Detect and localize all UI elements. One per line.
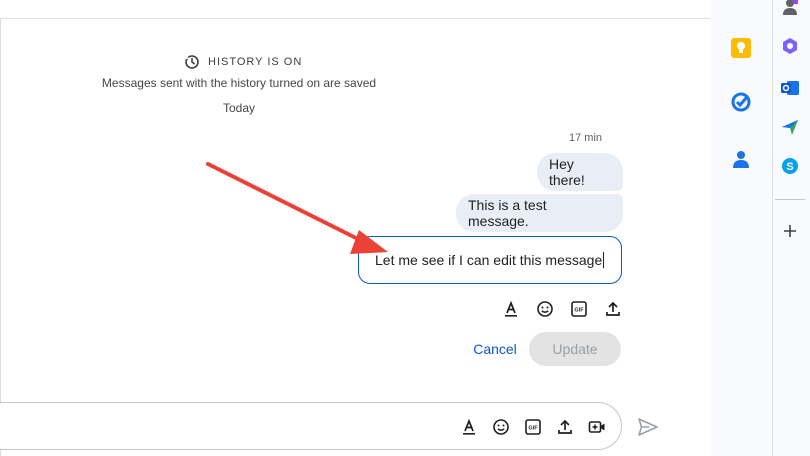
send-app-icon[interactable]	[778, 115, 802, 139]
message-bubble[interactable]: This is a test message.	[456, 194, 623, 232]
message-text: This is a test message.	[468, 197, 547, 229]
edit-toolbar: GIF	[500, 298, 624, 320]
update-button[interactable]: Update	[529, 332, 621, 366]
divider	[0, 18, 710, 19]
tasks-icon[interactable]	[728, 89, 754, 115]
chat-area: HISTORY IS ON Messages sent with the his…	[0, 0, 710, 456]
keep-icon[interactable]	[728, 35, 754, 61]
cancel-button[interactable]: Cancel	[466, 333, 524, 365]
upload-icon[interactable]	[554, 416, 576, 438]
history-icon	[184, 55, 199, 69]
compose-toolbar: GIF	[458, 416, 608, 438]
upload-icon[interactable]	[602, 298, 624, 320]
emoji-icon[interactable]	[534, 298, 556, 320]
outlook-icon[interactable]	[778, 76, 802, 100]
skype-icon[interactable]: S	[778, 154, 802, 178]
message-bubble[interactable]: Hey there!	[537, 153, 623, 191]
profile-icon[interactable]	[778, 0, 802, 18]
app-bar: S	[772, 0, 810, 456]
message-timestamp: 17 min	[569, 132, 603, 144]
format-text-icon[interactable]	[500, 298, 522, 320]
edit-message-input[interactable]: Let me see if I can edit this message	[358, 236, 622, 284]
send-icon[interactable]	[636, 416, 660, 438]
gif-icon[interactable]: GIF	[568, 298, 590, 320]
add-icon[interactable]	[778, 219, 802, 243]
message-text: Hey there!	[549, 156, 585, 188]
contacts-icon[interactable]	[728, 146, 754, 172]
text-caret	[603, 252, 605, 268]
copilot-icon[interactable]	[778, 34, 802, 58]
edit-message-text: Let me see if I can edit this message	[375, 252, 603, 268]
video-call-icon[interactable]	[586, 416, 608, 438]
svg-text:GIF: GIF	[528, 426, 538, 432]
screen: HISTORY IS ON Messages sent with the his…	[0, 0, 810, 456]
gif-icon[interactable]: GIF	[522, 416, 544, 438]
format-text-icon[interactable]	[458, 416, 480, 438]
svg-text:GIF: GIF	[574, 308, 584, 314]
date-divider: Today	[222, 101, 256, 115]
history-status: HISTORY IS ON	[184, 54, 302, 70]
divider	[775, 199, 805, 200]
history-subtitle: Messages sent with the history turned on…	[101, 76, 377, 90]
side-panel	[710, 0, 772, 456]
svg-text:S: S	[786, 161, 793, 173]
emoji-icon[interactable]	[490, 416, 512, 438]
history-title: HISTORY IS ON	[208, 56, 303, 68]
